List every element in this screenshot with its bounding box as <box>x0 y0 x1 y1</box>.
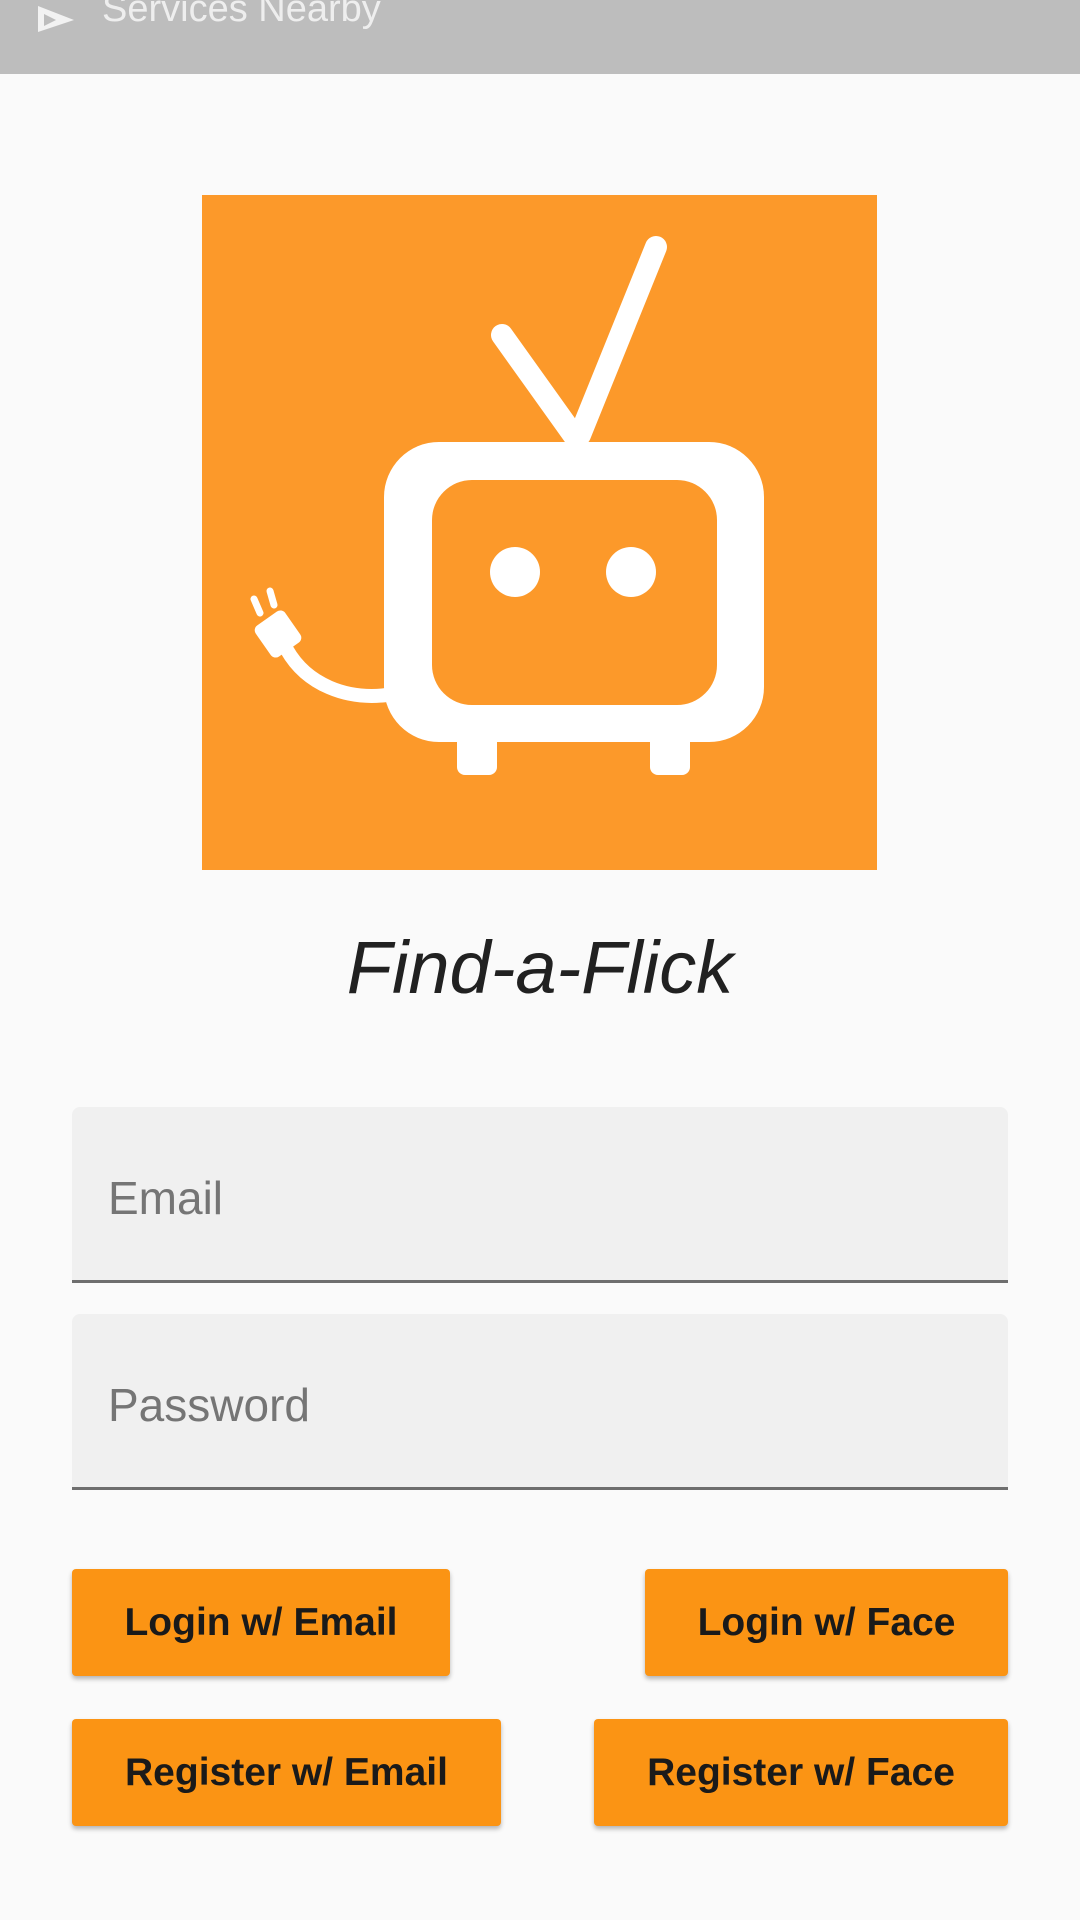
password-field[interactable] <box>72 1314 1008 1490</box>
password-input[interactable] <box>108 1370 968 1440</box>
register-email-button[interactable]: Register w/ Email <box>72 1719 501 1826</box>
login-face-button[interactable]: Login w/ Face <box>645 1569 1008 1676</box>
notification-shade[interactable]: Services Nearby <box>0 0 1080 74</box>
app-title: Find-a-Flick <box>346 926 734 1009</box>
notification-title: Services Nearby <box>102 0 381 30</box>
login-screen: Services Nearby Find-a-Flick Email Login… <box>0 0 1080 1920</box>
register-face-button[interactable]: Register w/ Face <box>594 1719 1008 1826</box>
navigation-arrow-icon <box>36 6 76 36</box>
email-input[interactable] <box>108 1163 968 1233</box>
email-field[interactable] <box>72 1107 1008 1283</box>
tv-robot-logo-icon <box>202 195 877 870</box>
login-email-button[interactable]: Login w/ Email <box>72 1569 450 1676</box>
